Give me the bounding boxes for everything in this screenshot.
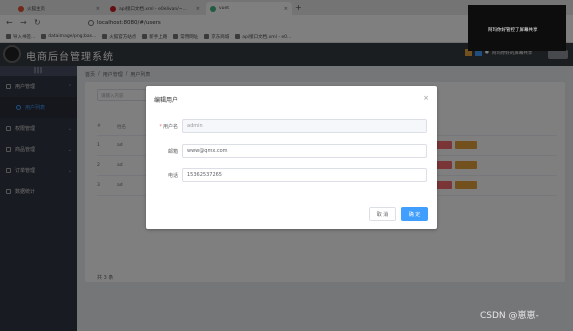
confirm-button[interactable]: 确 定	[401, 207, 428, 221]
phone-label: 电话	[167, 172, 178, 179]
username-row: *用户名 admin	[146, 119, 437, 133]
share-notification: 阿玛你好管控了屏幕共享	[468, 5, 566, 51]
phone-field[interactable]: 15362537265	[182, 168, 427, 182]
dialog-title: 编辑用户	[154, 97, 179, 104]
username-label: *用户名	[159, 123, 178, 130]
email-label: 邮箱	[167, 148, 178, 155]
watermark: CSDN @崽崽-	[480, 311, 539, 321]
email-row: 邮箱 www@qmx.com	[146, 144, 437, 158]
phone-row: 电话 15362537265	[146, 168, 437, 182]
notification-text: 阿玛你好管控了屏幕共享	[488, 28, 538, 33]
email-field[interactable]: www@qmx.com	[182, 144, 427, 158]
cancel-button[interactable]: 取 消	[369, 207, 396, 221]
close-icon[interactable]: ×	[423, 94, 429, 102]
username-field[interactable]: admin	[182, 119, 427, 133]
edit-user-dialog: 编辑用户 × *用户名 admin 邮箱 www@qmx.com 电话 1536…	[146, 86, 437, 229]
